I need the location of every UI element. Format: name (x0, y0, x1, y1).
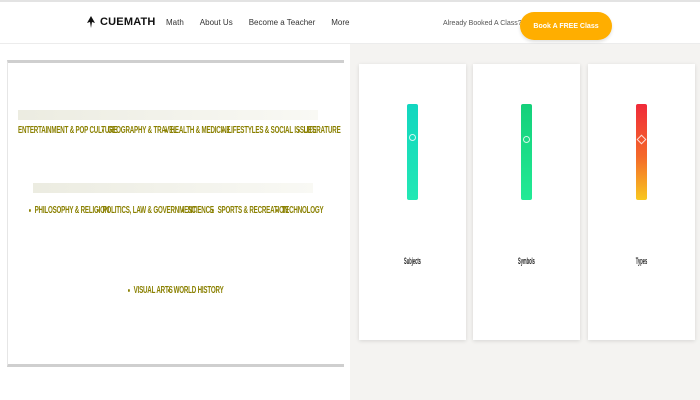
bullet-icon (182, 208, 184, 212)
topic-world-history[interactable]: WORLD HISTORY (168, 285, 224, 296)
brand-logo[interactable]: CUEMATH (86, 16, 156, 28)
card-label: Types (635, 256, 648, 266)
card-types[interactable]: Types (588, 64, 695, 340)
bullet-icon (97, 208, 99, 212)
topic-literature[interactable]: LITERATURE (298, 125, 341, 136)
bullet-icon (298, 128, 300, 132)
card-label: Subjects (404, 256, 421, 266)
decorative-ghost-text (33, 183, 313, 193)
topic-label: LITERATURE (303, 125, 341, 136)
nav-item-about[interactable]: About Us (200, 18, 233, 27)
bullet-icon (222, 128, 224, 132)
compass-icon (636, 104, 647, 200)
topic-label: VISUAL ARTS (133, 285, 173, 296)
bullet-icon (128, 288, 130, 292)
rocket-icon (87, 16, 95, 28)
card-label: Symbols (518, 256, 535, 266)
topic-visual-arts[interactable]: VISUAL ARTS (128, 285, 173, 296)
topic-label: TECHNOLOGY (281, 205, 324, 216)
card-symbols[interactable]: Symbols (473, 64, 580, 340)
decorative-ghost-text (18, 110, 318, 120)
topic-label: WORLD HISTORY (173, 285, 224, 296)
bullet-icon (102, 128, 104, 132)
main-nav: Math About Us Become a Teacher More (166, 18, 350, 27)
nav-item-more[interactable]: More (331, 18, 349, 27)
topic-science[interactable]: SCIENCE (182, 205, 214, 216)
glyph-icon (636, 134, 647, 145)
topic-technology[interactable]: TECHNOLOGY (276, 205, 324, 216)
card-subjects[interactable]: Subjects (359, 64, 466, 340)
nav-item-math[interactable]: Math (166, 18, 184, 27)
topics-panel: ENTERTAINMENT & POP CULTURE GEOGRAPHY & … (7, 60, 344, 367)
site-header: CUEMATH Math About Us Become a Teacher M… (0, 0, 700, 44)
glyph-icon (523, 136, 530, 143)
brand-name: CUEMATH (100, 16, 156, 28)
bullet-icon (276, 208, 278, 212)
bullet-icon (212, 208, 214, 212)
already-booked-link[interactable]: Already Booked A Class? (443, 20, 522, 27)
nav-item-teacher[interactable]: Become a Teacher (249, 18, 316, 27)
topic-label: SCIENCE (187, 205, 214, 216)
bullet-icon (29, 208, 31, 212)
leaf-icon (521, 104, 532, 200)
bullet-icon (165, 128, 167, 132)
chat-bubble-icon (407, 104, 418, 200)
book-free-class-button[interactable]: Book A FREE Class (520, 12, 612, 40)
topic-health[interactable]: HEALTH & MEDICINE (165, 125, 231, 136)
glyph-icon (409, 134, 416, 141)
bullet-icon (168, 288, 170, 292)
